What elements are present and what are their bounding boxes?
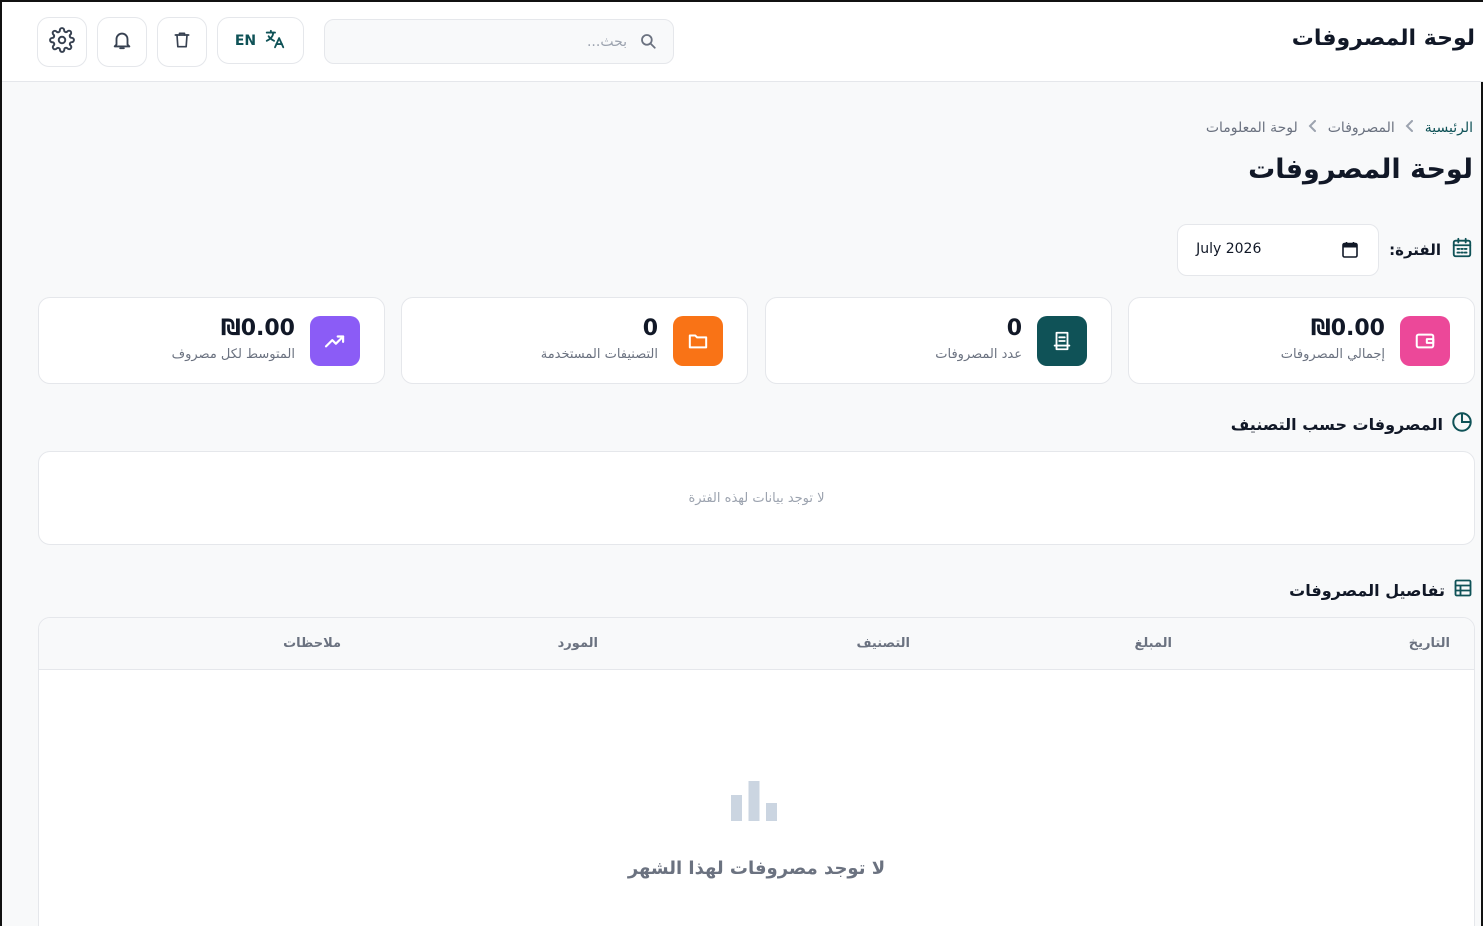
language-label: EN bbox=[234, 32, 257, 49]
section-title: تفاصيل المصروفات bbox=[1289, 580, 1445, 600]
section-heading-details: تفاصيل المصروفات bbox=[1289, 578, 1473, 602]
column-notes[interactable]: ملاحظات bbox=[283, 636, 341, 651]
table-icon bbox=[1453, 578, 1473, 602]
breadcrumb-current: لوحة المعلومات bbox=[1205, 120, 1298, 136]
section-heading-by-category: المصروفات حسب التصنيف bbox=[1231, 412, 1473, 436]
search-input[interactable] bbox=[347, 30, 627, 54]
section-title: المصروفات حسب التصنيف bbox=[1230, 414, 1443, 434]
language-toggle-button[interactable]: EN bbox=[217, 17, 304, 64]
period-label: الفترة: bbox=[1389, 241, 1441, 259]
stat-card-categories: 0 التصنيفات المستخدمة bbox=[401, 297, 748, 384]
bell-icon bbox=[111, 28, 133, 56]
notifications-button[interactable] bbox=[97, 17, 147, 67]
expenses-table: التاريخ المبلغ التصنيف المورد ملاحظات لا… bbox=[38, 617, 1475, 926]
stat-label: المتوسط لكل مصروف bbox=[171, 347, 295, 362]
stat-label: إجمالي المصروفات bbox=[1280, 347, 1385, 362]
search-box[interactable] bbox=[324, 19, 674, 64]
folder-icon bbox=[673, 316, 723, 366]
trend-up-icon bbox=[310, 316, 360, 366]
empty-message: لا توجد بيانات لهذه الفترة bbox=[688, 490, 825, 506]
stat-value: 0 bbox=[642, 316, 658, 341]
chevron-left-icon bbox=[1405, 120, 1415, 136]
pie-chart-icon bbox=[1451, 411, 1473, 437]
receipt-icon bbox=[1037, 316, 1087, 366]
category-chart-panel: لا توجد بيانات لهذه الفترة bbox=[38, 451, 1475, 545]
stat-card-average: ₪0.00 المتوسط لكل مصروف bbox=[38, 297, 385, 384]
settings-button[interactable] bbox=[37, 17, 87, 67]
stat-card-count: 0 عدد المصروفات bbox=[765, 297, 1112, 384]
trash-button[interactable] bbox=[157, 17, 207, 67]
app-title: لوحة المصروفات bbox=[1291, 26, 1475, 51]
page-title: لوحة المصروفات bbox=[1248, 154, 1473, 185]
stat-value: 0 bbox=[1006, 316, 1022, 341]
table-header: التاريخ المبلغ التصنيف المورد ملاحظات bbox=[39, 618, 1474, 670]
period-value: July 2026 bbox=[1196, 241, 1262, 257]
search-icon bbox=[639, 32, 657, 54]
stat-value: ₪0.00 bbox=[1310, 316, 1385, 341]
breadcrumb-expenses[interactable]: المصروفات bbox=[1328, 120, 1395, 136]
bar-chart-icon bbox=[729, 773, 779, 827]
column-amount[interactable]: المبلغ bbox=[1134, 636, 1172, 651]
column-category[interactable]: التصنيف bbox=[856, 636, 910, 651]
period-month-input[interactable]: July 2026 bbox=[1177, 224, 1380, 276]
period-selector: الفترة: July 2026 bbox=[1177, 224, 1473, 276]
calendar-icon bbox=[1451, 237, 1473, 263]
breadcrumb-home[interactable]: الرئيسية bbox=[1425, 120, 1473, 136]
stat-label: التصنيفات المستخدمة bbox=[540, 347, 658, 362]
calendar-picker-icon[interactable] bbox=[1342, 241, 1358, 262]
stat-card-total: ₪0.00 إجمالي المصروفات bbox=[1128, 297, 1475, 384]
column-date[interactable]: التاريخ bbox=[1409, 636, 1450, 651]
empty-message: لا توجد مصروفات لهذا الشهر bbox=[627, 858, 886, 879]
gear-icon bbox=[49, 27, 75, 57]
stat-label: عدد المصروفات bbox=[935, 347, 1022, 362]
column-vendor[interactable]: المورد bbox=[558, 636, 598, 651]
trash-icon bbox=[172, 29, 192, 55]
stat-value: ₪0.00 bbox=[220, 316, 295, 341]
breadcrumb: الرئيسية المصروفات لوحة المعلومات bbox=[1206, 120, 1473, 136]
translate-icon bbox=[264, 28, 286, 54]
chevron-left-icon bbox=[1308, 120, 1318, 136]
top-bar: لوحة المصروفات EN bbox=[2, 2, 1483, 82]
wallet-icon bbox=[1400, 316, 1450, 366]
